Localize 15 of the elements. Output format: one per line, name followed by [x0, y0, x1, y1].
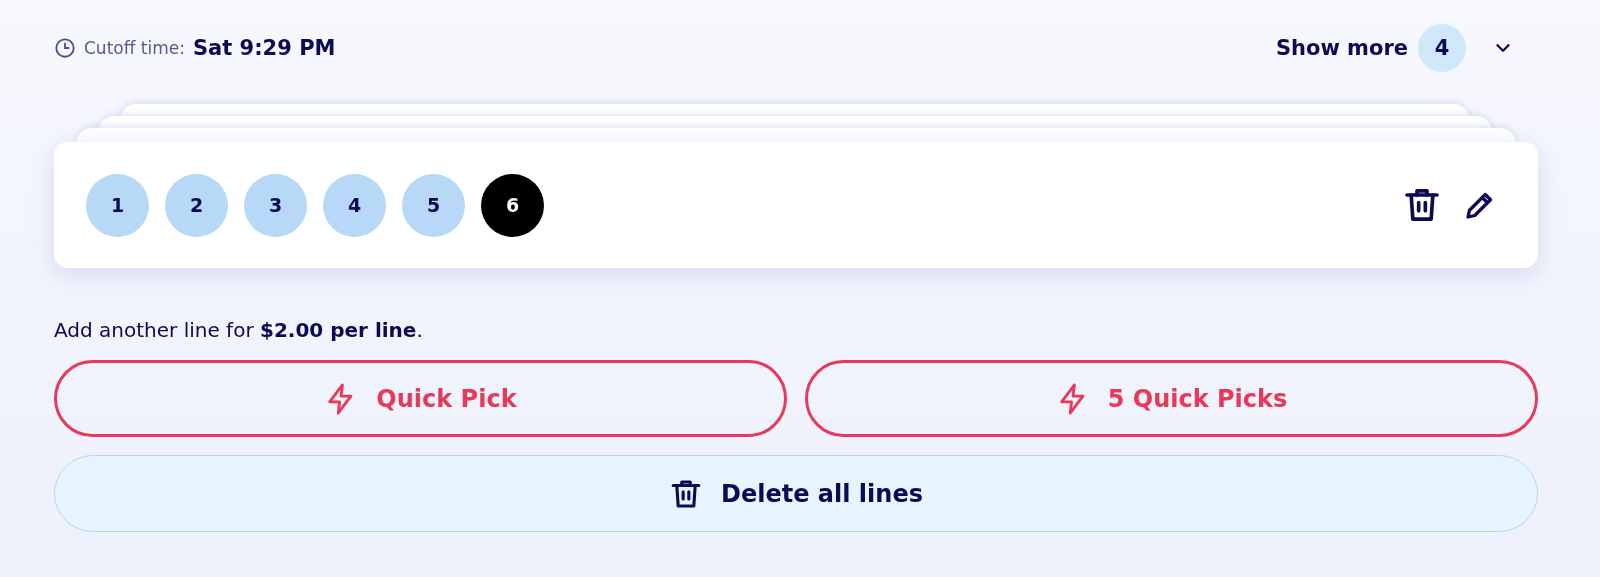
- add-line-text: Add another line for $2.00 per line.: [54, 318, 424, 342]
- number-ball: 5: [402, 173, 465, 237]
- show-more-button[interactable]: Show more 4: [1275, 24, 1538, 72]
- number-ball: 6: [481, 173, 544, 237]
- number-ball: 2: [165, 173, 228, 237]
- count-badge: 4: [1418, 24, 1466, 72]
- clock-icon: [54, 37, 76, 59]
- quick-pick-button[interactable]: 5 Quick Picks: [805, 360, 1538, 437]
- quick-pick-button[interactable]: Quick Pick: [54, 360, 787, 437]
- number-ball: 4: [323, 173, 386, 237]
- cutoff-time: Sat 9:29 PM: [192, 36, 336, 60]
- number-ball: 3: [244, 173, 307, 237]
- delete-all-button[interactable]: Delete all lines: [54, 455, 1538, 532]
- cutoff-label: Cutoff time:: [84, 38, 185, 58]
- number-ball: 1: [86, 173, 149, 237]
